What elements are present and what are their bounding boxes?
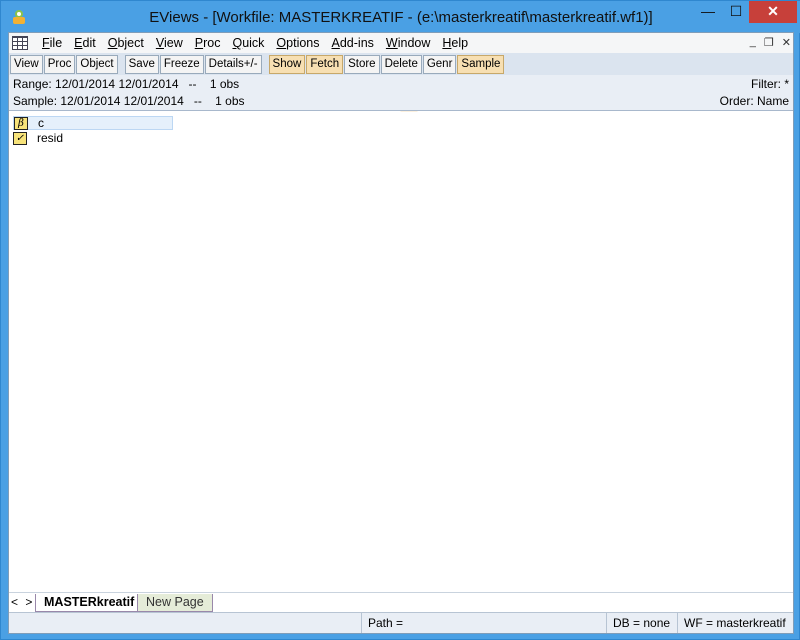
status-db: DB = none (606, 613, 674, 633)
series-icon: ✓ (13, 131, 27, 145)
app-window: EViews - [Workfile: MASTERKREATIF - (e:\… (0, 0, 800, 640)
workfile-info: Range: 12/01/2014 12/01/2014 -- 1 obs Sa… (9, 75, 793, 111)
save-button[interactable]: Save (124, 54, 159, 74)
genr-button[interactable]: Genr (422, 54, 457, 74)
status-path: Path = (361, 613, 606, 633)
tab-scroll-arrows[interactable]: < > (11, 595, 34, 609)
mdi-restore-button[interactable]: ❐ (764, 36, 774, 49)
workfile-window: File Edit Object View Proc Quick Options… (8, 32, 794, 634)
window-title: EViews - [Workfile: MASTERKREATIF - (e:\… (149, 9, 653, 26)
fetch-button[interactable]: Fetch (306, 54, 344, 74)
list-item-resid[interactable]: ✓ resid (13, 131, 63, 145)
menu-view[interactable]: View (150, 33, 189, 53)
object-name: resid (37, 131, 64, 145)
menu-window[interactable]: Window (380, 33, 436, 53)
page-tabs: < > MASTERkreatif New Page (9, 592, 793, 612)
workfile-toolbar: View Proc Object Save Freeze Details+/- … (9, 53, 793, 75)
coefficient-icon: β (14, 116, 28, 130)
tab-masterkreatif[interactable]: MASTERkreatif (35, 594, 144, 612)
menu-file[interactable]: File (36, 33, 68, 53)
menu-edit[interactable]: Edit (68, 33, 102, 53)
close-button[interactable]: ✕ (749, 1, 797, 23)
mdi-controls: _ ❐ ✕ (750, 36, 791, 49)
sample-row[interactable]: Sample: 12/01/2014 12/01/2014 -- 1 obs (13, 93, 245, 110)
freeze-button[interactable]: Freeze (159, 54, 204, 74)
tab-new-page[interactable]: New Page (137, 594, 213, 612)
show-button[interactable]: Show (268, 54, 306, 74)
menu-bar: File Edit Object View Proc Quick Options… (9, 33, 793, 53)
details-button[interactable]: Details+/- (204, 54, 262, 74)
menu-options[interactable]: Options (270, 33, 325, 53)
object-name: c (38, 116, 44, 130)
view-button[interactable]: View (10, 54, 43, 74)
menu-object[interactable]: Object (102, 33, 150, 53)
menu-add-ins[interactable]: Add-ins (326, 33, 380, 53)
range-value: 12/01/2014 12/01/2014 -- 1 obs (55, 77, 240, 91)
object-button[interactable]: Object (76, 54, 118, 74)
sample-button[interactable]: Sample (457, 54, 505, 74)
status-wf: WF = masterkreatif (677, 613, 793, 633)
title-bar[interactable]: EViews - [Workfile: MASTERKREATIF - (e:\… (1, 1, 800, 33)
sample-label: Sample: (13, 94, 58, 108)
list-item-c[interactable]: β c (13, 116, 173, 130)
minimize-button[interactable]: — (693, 1, 723, 23)
range-row[interactable]: Range: 12/01/2014 12/01/2014 -- 1 obs (13, 76, 239, 93)
mdi-minimize-button[interactable]: _ (750, 36, 756, 49)
maximize-button[interactable]: ☐ (723, 1, 749, 23)
filter-label[interactable]: Filter: * (751, 76, 789, 93)
menu-help[interactable]: Help (436, 33, 474, 53)
order-label[interactable]: Order: Name (720, 93, 789, 110)
menu-quick[interactable]: Quick (226, 33, 270, 53)
sample-value: 12/01/2014 12/01/2014 -- 1 obs (60, 94, 245, 108)
menu-proc[interactable]: Proc (189, 33, 227, 53)
delete-button[interactable]: Delete (380, 54, 422, 74)
range-label: Range: (13, 77, 52, 91)
mdi-close-button[interactable]: ✕ (782, 36, 791, 49)
store-button[interactable]: Store (344, 54, 380, 74)
object-list: β c ✓ resid (9, 112, 793, 592)
workfile-grid-icon[interactable] (12, 36, 28, 50)
status-bar: Path = DB = none WF = masterkreatif (9, 612, 793, 633)
proc-button[interactable]: Proc (43, 54, 76, 74)
